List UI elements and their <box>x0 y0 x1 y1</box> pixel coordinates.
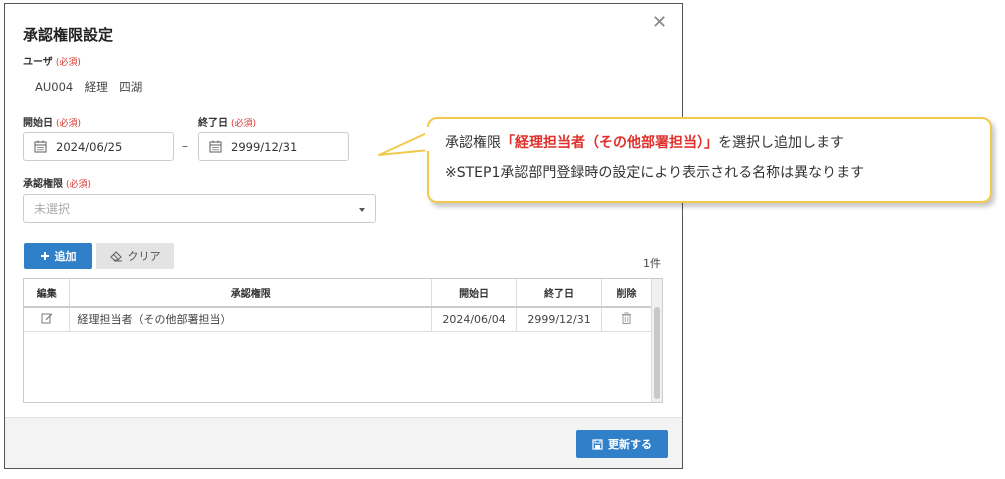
callout-note: ※STEP1承認部門登録時の設定により表示される名称は異なります <box>445 165 865 181</box>
end-date-label-text: 終了日 <box>198 118 228 129</box>
dialog-footer: 更新する <box>5 417 682 468</box>
chevron-down-icon <box>359 208 365 212</box>
table-row: 経理担当者（その他部署担当） 2024/06/04 2999/12/31 <box>24 307 652 332</box>
start-date-value: 2024/06/25 <box>56 139 123 154</box>
approval-authority-dialog: 承認権限設定 ✕ ユーザ (必須) AU004 経理 四湖 開始日 (必須) 終了日… <box>4 3 683 469</box>
required-tag: (必須) <box>231 119 257 129</box>
add-button[interactable]: 追加 <box>24 243 92 269</box>
calendar-icon <box>209 140 222 153</box>
eraser-icon <box>109 250 122 261</box>
delete-cell <box>601 307 652 332</box>
start-date-input[interactable]: 2024/06/25 <box>23 132 174 161</box>
close-icon[interactable]: ✕ <box>652 14 667 32</box>
callout-prefix: 承認権限 <box>445 135 501 151</box>
table-scrollbar[interactable] <box>651 279 662 402</box>
approval-label-text: 承認権限 <box>23 179 63 190</box>
callout-main-text: 承認権限「経理担当者（その他部署担当）」を選択し追加します <box>445 132 844 152</box>
date-range-separator: – <box>182 139 188 153</box>
calendar-icon <box>34 140 47 153</box>
col-header-delete: 削除 <box>601 279 652 308</box>
scrollbar-thumb[interactable] <box>654 307 660 399</box>
callout-pointer <box>378 131 430 156</box>
col-header-start: 開始日 <box>431 279 518 308</box>
approval-select-placeholder: 未選択 <box>34 202 71 216</box>
add-button-label: 追加 <box>54 250 77 263</box>
col-header-end: 終了日 <box>516 279 603 308</box>
user-label: ユーザ (必須) <box>23 53 81 68</box>
update-button[interactable]: 更新する <box>576 430 668 458</box>
end-date-label: 終了日 (必須) <box>198 114 256 129</box>
callout-annotation: 承認権限「経理担当者（その他部署担当）」を選択し追加します ※STEP1承認部門… <box>427 117 992 203</box>
result-count: 1件 <box>643 257 661 270</box>
user-label-text: ユーザ <box>23 57 53 68</box>
approval-label: 承認権限 (必須) <box>23 175 91 190</box>
clear-button-label: クリア <box>127 250 161 263</box>
trash-icon[interactable] <box>621 312 632 324</box>
authority-table: 編集 承認権限 開始日 終了日 削除 経理担当者（その他部署担当） 2024/0… <box>23 278 663 403</box>
end-date-value: 2999/12/31 <box>231 139 298 154</box>
end-date-input[interactable]: 2999/12/31 <box>198 132 349 161</box>
save-icon <box>592 438 603 450</box>
start-date-label-text: 開始日 <box>23 118 53 129</box>
col-header-edit: 編集 <box>24 279 71 308</box>
col-header-authority: 承認権限 <box>69 279 433 308</box>
update-button-label: 更新する <box>608 438 652 451</box>
callout-suffix: を選択し追加します <box>718 135 844 151</box>
plus-icon <box>40 252 49 260</box>
dialog-title: 承認権限設定 <box>23 26 114 44</box>
required-tag: (必須) <box>56 119 82 129</box>
required-tag: (必須) <box>55 58 81 68</box>
approval-select[interactable]: 未選択 <box>23 194 376 223</box>
callout-highlight: 「経理担当者（その他部署担当）」 <box>501 135 718 151</box>
end-date-cell: 2999/12/31 <box>516 307 603 332</box>
start-date-cell: 2024/06/04 <box>431 307 518 332</box>
edit-icon[interactable] <box>41 312 53 324</box>
start-date-label: 開始日 (必須) <box>23 114 81 129</box>
edit-cell <box>24 307 71 332</box>
required-tag: (必須) <box>66 180 92 190</box>
callout-seam <box>425 127 433 151</box>
clear-button[interactable]: クリア <box>96 243 174 269</box>
authority-cell: 経理担当者（その他部署担当） <box>69 307 433 332</box>
user-value: AU004 経理 四湖 <box>35 80 143 94</box>
